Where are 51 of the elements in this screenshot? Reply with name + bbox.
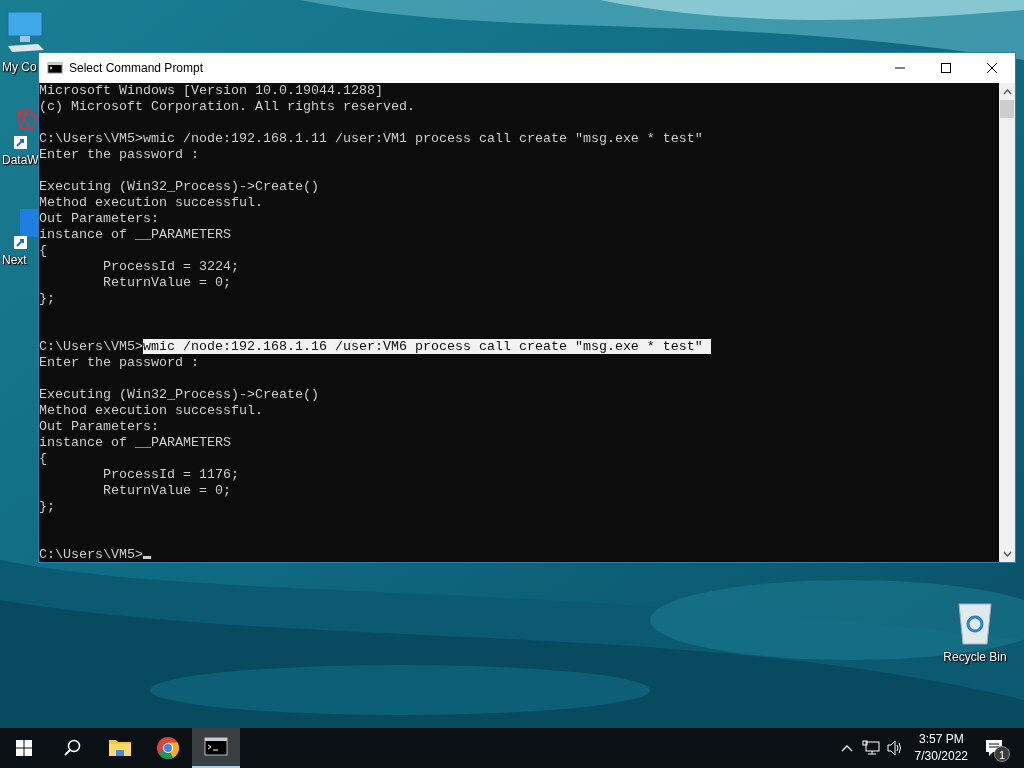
console-line: Out Parameters:: [39, 211, 160, 227]
console-prompt: C:\Users\VM5>: [39, 547, 143, 562]
console-line: Executing (Win32_Process)->Create(): [39, 387, 320, 403]
scrollbar[interactable]: [999, 83, 1015, 562]
console-line: Method execution successful.: [39, 195, 264, 211]
console-line: ReturnValue = 0;: [102, 483, 232, 499]
icon-label: Next: [2, 252, 27, 269]
clock-time: 3:57 PM: [918, 731, 964, 748]
browser-icon: [156, 736, 180, 760]
window-title: Select Command Prompt: [69, 60, 204, 77]
volume-icon: [885, 740, 904, 756]
chevron-up-icon: [840, 744, 853, 752]
icon-label: My Co: [2, 59, 37, 76]
console-line: Enter the password :: [39, 355, 200, 371]
notifications-button[interactable]: 1: [976, 728, 1012, 768]
console-line: {: [39, 243, 48, 259]
console-line: };: [39, 499, 56, 515]
notification-count: 1: [994, 746, 1010, 762]
console-line: Method execution successful.: [39, 403, 264, 419]
scroll-down-icon[interactable]: [1002, 550, 1012, 557]
icon-label: DataW: [2, 152, 39, 169]
taskbar-app-button[interactable]: [192, 728, 240, 768]
console-line: instance of __PARAMETERS: [39, 227, 232, 243]
console-prompt: C:\Users\VM5>: [39, 131, 143, 146]
close-icon: [986, 62, 998, 74]
console-line: ProcessId = 3224;: [102, 259, 240, 275]
console-line: Microsoft Windows [Version 10.0.19044.1288]: [39, 83, 384, 99]
console-line: {: [39, 451, 48, 467]
text-cursor: [143, 556, 151, 559]
scroll-thumb[interactable]: [1000, 100, 1014, 118]
icon-label: Recycle Bin: [943, 649, 1007, 666]
scroll-up-icon[interactable]: [1002, 88, 1012, 95]
console-line: (c) Microsoft Corporation. All rights reserved.: [39, 99, 416, 115]
search-icon: [63, 739, 81, 757]
network-icon: [861, 740, 880, 756]
console-line: };: [39, 291, 56, 307]
recycle-bin-icon[interactable]: [955, 600, 995, 646]
windows-logo-icon: [16, 740, 32, 756]
console-line: Executing (Win32_Process)->Create(): [39, 179, 320, 195]
console-icon: [204, 735, 228, 759]
clock-date: 7/30/2022: [914, 748, 968, 765]
console-line: Out Parameters:: [39, 419, 160, 435]
console-prompt: C:\Users\VM5>: [39, 339, 143, 354]
console-icon: [47, 60, 63, 76]
console-command: wmic /node:192.168.1.11 /user:VM1 process call create "msg.exe * test": [143, 131, 703, 146]
console-line: ProcessId = 1176;: [102, 467, 240, 483]
console-line: ReturnValue = 0;: [102, 275, 232, 291]
clock[interactable]: 3:57 PM 7/30/2022: [906, 731, 976, 765]
console-line: Enter the password :: [39, 147, 200, 163]
maximize-icon: [940, 62, 952, 74]
console-line: instance of __PARAMETERS: [39, 435, 232, 451]
